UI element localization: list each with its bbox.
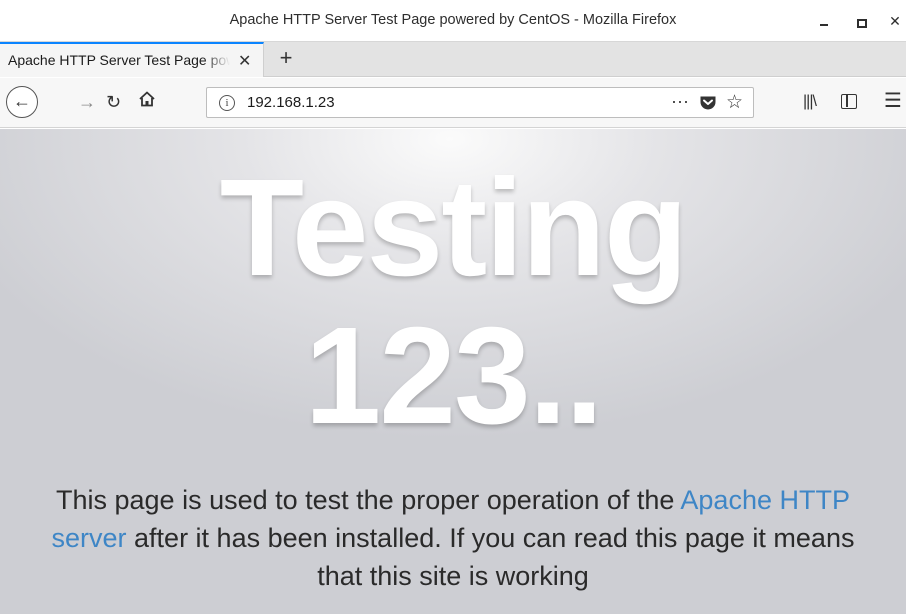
maximize-button[interactable] [849, 10, 871, 32]
arrow-right-icon: → [78, 92, 96, 112]
tab-strip: Apache HTTP Server Test Page powered by … [0, 42, 906, 77]
info-icon[interactable]: i [219, 95, 235, 111]
hero-heading-line1: Testing [219, 151, 688, 305]
url-bar[interactable]: i 192.168.1.23 ··· ☆ [206, 87, 754, 118]
page-actions-icon[interactable]: ··· [671, 91, 689, 112]
home-button[interactable] [138, 90, 156, 114]
sidebar-icon[interactable] [841, 94, 857, 109]
navigation-toolbar: ← → ↻ i 192.168.1.23 ··· ☆ |||\ ☰ [0, 78, 906, 128]
reload-button[interactable]: ↻ [106, 90, 121, 114]
minimize-button[interactable] [813, 10, 835, 32]
intro-text-start: This page is used to test the proper ope… [56, 485, 681, 515]
pocket-icon[interactable] [699, 94, 717, 111]
tab-close-icon[interactable]: ✕ [238, 51, 251, 71]
window-title: Apache HTTP Server Test Page powered by … [229, 12, 677, 28]
url-text[interactable]: 192.168.1.23 [247, 94, 335, 111]
forward-button[interactable]: → [78, 90, 96, 114]
new-tab-button[interactable]: + [272, 45, 300, 71]
tab-apache-test-page[interactable]: Apache HTTP Server Test Page powered by … [0, 42, 264, 77]
arrow-left-icon: ← [13, 91, 31, 111]
tab-title: Apache HTTP Server Test Page powered by … [8, 52, 230, 68]
home-icon [139, 91, 155, 107]
library-button[interactable]: |||\ [803, 90, 817, 114]
window-titlebar: Apache HTTP Server Test Page powered by … [0, 0, 906, 42]
page-content: Testing 123.. This page is used to test … [0, 129, 906, 614]
intro-text-end: after it has been installed. If you can … [126, 523, 855, 591]
reload-icon: ↻ [106, 92, 122, 112]
intro-paragraph: This page is used to test the proper ope… [40, 481, 866, 595]
close-window-button[interactable]: ✕ [884, 10, 906, 32]
back-button[interactable]: ← [6, 86, 38, 118]
library-icon: |||\ [803, 93, 817, 110]
hamburger-menu-icon[interactable]: ☰ [884, 89, 902, 113]
hero-heading-line2: 123.. [304, 299, 604, 453]
star-icon[interactable]: ☆ [726, 91, 743, 114]
